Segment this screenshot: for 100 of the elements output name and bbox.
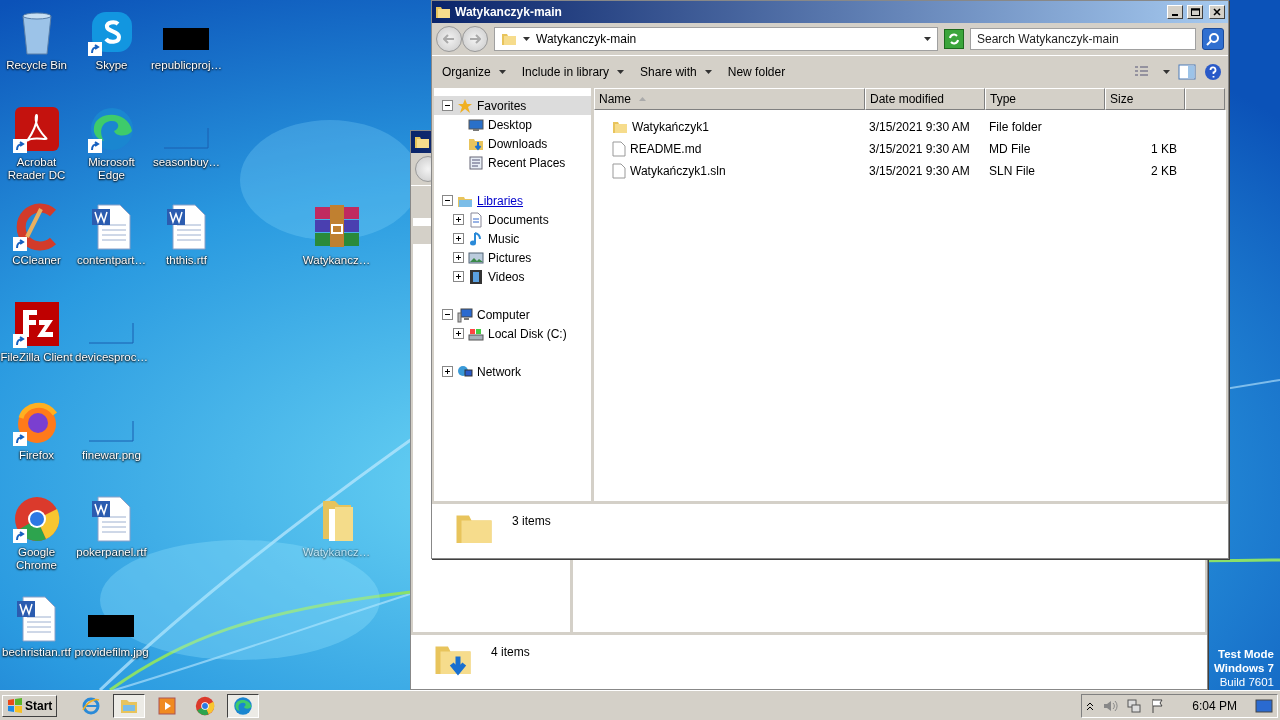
folder-icon [414,134,430,150]
expand-icon[interactable] [453,233,464,244]
expand-icon[interactable] [442,366,453,377]
nav-item[interactable]: Videos [434,267,591,286]
nav-item[interactable]: Documents [434,210,591,229]
address-bar[interactable]: Watykanczyk-main [494,27,938,51]
pictures-icon [468,249,484,266]
desktop-icon-label[interactable]: seasonbuy… [152,156,221,169]
chrome-icon [195,695,216,716]
windows-logo-icon [7,697,23,714]
media-player-icon [157,695,178,716]
desktop-icon-label[interactable]: Recycle Bin [6,59,67,72]
size-cell-text: 1 KB [1150,142,1178,156]
date-cell-text: 3/15/2021 9:30 AM [868,142,971,156]
nav-item[interactable]: Local Disk (C:) [434,324,591,343]
folder-icon [612,119,628,135]
folder-icon [435,4,451,20]
document-icon [468,211,484,228]
refresh-icon [947,32,961,46]
close-icon [1213,8,1221,16]
file-icon [612,141,626,157]
back-arrow-icon [443,34,455,44]
recent-places-icon [468,154,484,171]
nav-item[interactable]: Libraries [434,191,591,210]
nav-item[interactable]: Pictures [434,248,591,267]
taskbar-button[interactable] [227,693,260,718]
help-icon[interactable] [1202,61,1224,83]
nav-item[interactable]: Favorites [434,96,591,115]
collapse-icon[interactable] [442,100,453,111]
sort-arrow-icon [639,97,646,101]
film-icon [468,268,484,285]
collapse-icon[interactable] [442,309,453,320]
network-icon [457,363,473,380]
file-name[interactable]: README.md [630,142,702,156]
status-text: 3 items [512,513,551,528]
desktop-icon-label[interactable]: Microsoft Edge [74,156,149,182]
search-button[interactable] [1202,28,1224,50]
toolbar-command[interactable]: Include in library [515,61,631,83]
test-mode-text: Test Mode [1218,647,1274,661]
taskbar-button[interactable] [113,693,146,718]
toolbar-command[interactable]: New folder [721,61,792,83]
folder-icon [501,31,517,47]
search-icon [1206,32,1220,46]
column-header[interactable]: Date modified [865,88,985,110]
nav-item[interactable]: Computer [434,305,591,324]
file-icon [612,163,626,179]
column-header[interactable]: Type [985,88,1105,110]
size-cell-text: 2 KB [1150,164,1178,178]
computer-icon [457,306,473,323]
column-header[interactable]: Name [594,88,865,110]
expand-icon[interactable] [453,328,464,339]
clock[interactable]: 6:04 PM [1192,698,1237,713]
star-icon [457,97,473,114]
window-title: Watykanczyk-main [455,5,563,19]
nav-item[interactable]: Recent Places [434,153,591,172]
search-field[interactable]: Search Watykanczyk-main [970,28,1196,50]
column-header[interactable] [1185,88,1225,110]
toolbar-command[interactable]: Organize [436,61,512,83]
file-name[interactable]: Watykańczyk1 [632,120,709,134]
edge-icon [233,695,254,716]
expand-icon[interactable] [453,271,464,282]
caret-icon [498,70,506,74]
date-cell-text: 3/15/2021 9:30 AM [868,120,971,134]
network-icon[interactable] [1126,697,1143,714]
desktop-icon-label[interactable]: Acrobat Reader DC [0,156,74,182]
caret-icon [924,37,931,41]
type-cell-text: SLN File [988,164,1036,178]
expand-icon[interactable] [453,252,464,263]
internet-explorer-icon [81,695,102,716]
test-mode-text: Windows 7 [1214,661,1274,675]
desktop-icon [468,116,484,133]
nav-item[interactable]: Music [434,229,591,248]
collapse-icon[interactable] [442,195,453,206]
close-button[interactable] [1209,5,1225,19]
nav-item[interactable]: Downloads [434,134,591,153]
status-text: 4 items [491,644,530,659]
toolbar-command[interactable]: Share with [634,61,718,83]
type-cell-text: MD File [988,142,1032,156]
maximize-button[interactable] [1187,5,1203,19]
expand-icon[interactable] [453,214,464,225]
test-mode-text: Build 7601 [1219,675,1274,689]
caret-icon [704,70,712,74]
show-desktop-icon[interactable] [1255,698,1273,713]
type-cell-text: File folder [988,120,1043,134]
start-button[interactable]: Start [2,694,58,717]
chevron-up-icon[interactable] [1086,700,1095,711]
music-note-icon [468,230,484,247]
desktop-icon-label[interactable]: republicproj… [151,59,222,72]
minimize-button[interactable] [1167,5,1183,19]
desktop-icon-label[interactable]: Skype [95,59,128,72]
maximize-icon [1190,8,1200,16]
caret-icon [523,37,530,41]
caret-icon [617,70,625,74]
date-cell-text: 3/15/2021 9:30 AM [868,164,971,178]
refresh-button[interactable] [944,29,964,49]
forward-arrow-icon [469,34,481,44]
nav-item[interactable]: Network [434,362,591,381]
file-name[interactable]: Watykańczyk1.sln [630,164,726,178]
column-header[interactable]: Size [1105,88,1185,110]
nav-item[interactable]: Desktop [434,115,591,134]
